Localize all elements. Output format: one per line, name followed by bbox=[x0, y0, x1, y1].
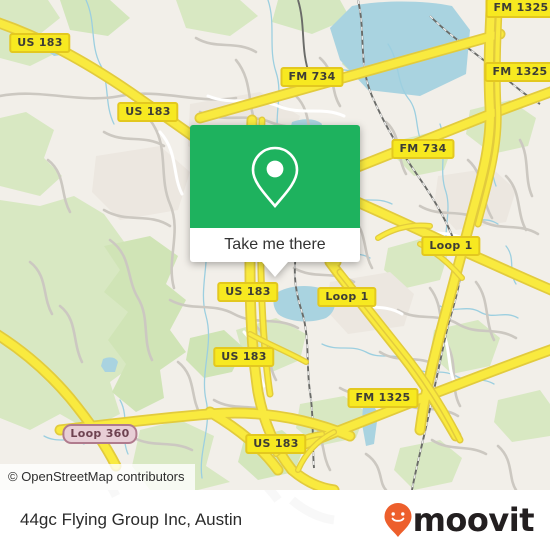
osm-attribution: © OpenStreetMap contributors bbox=[0, 464, 195, 490]
road-shield: Loop 360 bbox=[62, 424, 138, 444]
moovit-logo[interactable]: moovit bbox=[383, 501, 535, 539]
road-shield: US 183 bbox=[213, 347, 275, 367]
moovit-wordmark: moovit bbox=[412, 501, 535, 539]
popup-pointer bbox=[262, 262, 288, 277]
road-shield: Loop 1 bbox=[317, 287, 377, 307]
road-shield: Loop 1 bbox=[421, 236, 481, 256]
location-pin-icon bbox=[251, 146, 299, 208]
road-shield: FM 1325 bbox=[484, 62, 550, 82]
moovit-smile-pin-icon bbox=[384, 503, 412, 537]
popup-header bbox=[190, 125, 360, 228]
road-shield: US 183 bbox=[245, 434, 307, 454]
road-shield: FM 734 bbox=[280, 67, 344, 87]
location-popup[interactable]: Take me there bbox=[190, 125, 360, 277]
road-shield: FM 734 bbox=[391, 139, 455, 159]
map-canvas[interactable]: US 183 US 183 FM 734 FM 1325 FM 1325 FM 734 Lo… bbox=[0, 0, 550, 490]
road-shield: FM 1325 bbox=[485, 0, 550, 18]
road-shield: US 183 bbox=[217, 282, 279, 302]
place-title: 44gc Flying Group Inc, Austin bbox=[20, 510, 243, 529]
road-shield: US 183 bbox=[117, 102, 179, 122]
road-shield: FM 1325 bbox=[347, 388, 419, 408]
take-me-there-button[interactable]: Take me there bbox=[190, 228, 360, 262]
road-shield: US 183 bbox=[9, 33, 71, 53]
moovit-map-page: US 183 US 183 FM 734 FM 1325 FM 1325 FM 734 Lo… bbox=[0, 0, 550, 550]
page-footer: 44gc Flying Group Inc, Austin moovit bbox=[0, 490, 550, 550]
